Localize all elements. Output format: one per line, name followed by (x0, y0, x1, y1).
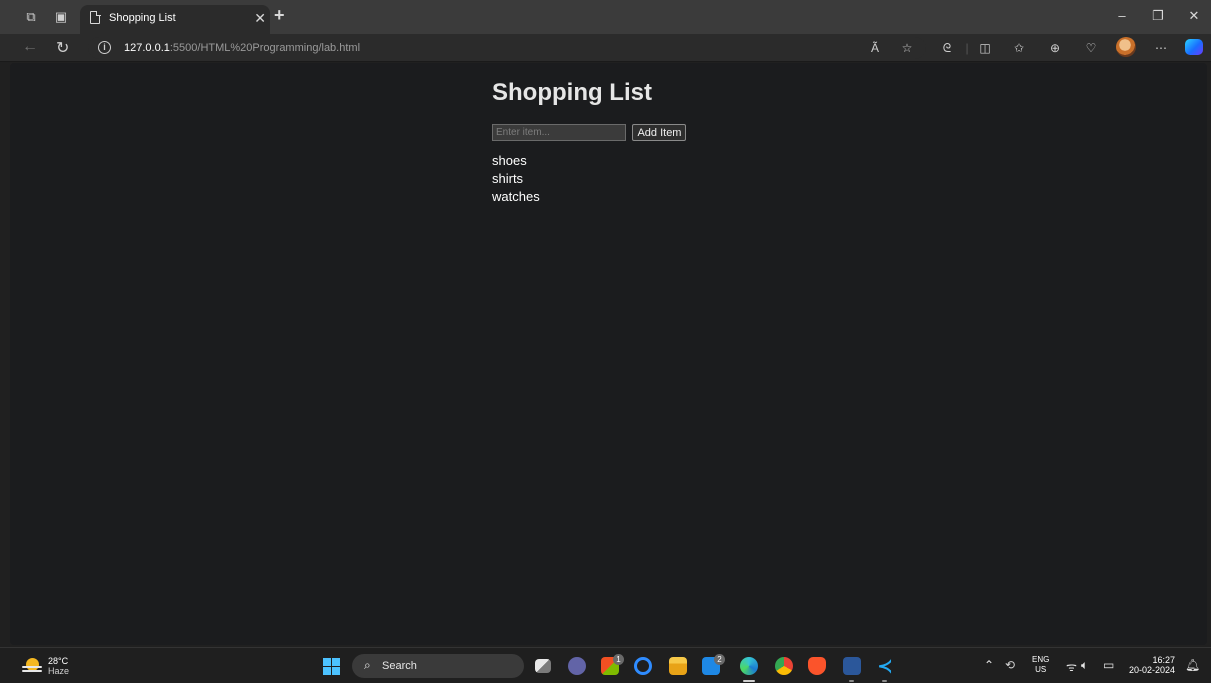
favorites-icon[interactable]: ✩ (1010, 41, 1028, 55)
edge-browser-icon[interactable] (740, 657, 758, 675)
show-hidden-icons-chevron-icon[interactable]: ⌃ (984, 658, 994, 672)
time: 16:27 (1152, 655, 1176, 665)
teams-chat-icon[interactable] (568, 657, 586, 675)
brave-icon[interactable] (808, 657, 826, 675)
active-app-indicator (743, 680, 755, 682)
favorite-star-icon[interactable]: ☆ (898, 41, 916, 55)
profile-avatar[interactable] (1116, 37, 1136, 57)
running-app-indicator (849, 680, 854, 682)
taskbar: 28°C Haze ⌕ Search 1 2 ≺ ⌃ ⟲ ENG US ᯤ 🔈︎… (0, 647, 1211, 683)
running-app-indicator (882, 680, 887, 682)
notifications-bell-icon[interactable]: 🔔︎ (1185, 658, 1200, 672)
site-info-icon[interactable]: i (98, 41, 111, 54)
windows-start-icon[interactable] (323, 658, 340, 675)
close-window-icon[interactable]: ✕ (1184, 8, 1204, 24)
add-item-form: Add Item (492, 124, 687, 142)
back-icon[interactable]: ← (22, 38, 38, 56)
split-screen-icon[interactable]: ◫ (976, 41, 994, 55)
toolbar-divider: | (965, 41, 969, 55)
copilot-icon[interactable] (1185, 39, 1203, 55)
workspaces-icon[interactable]: ⧉ (22, 8, 40, 26)
word-icon[interactable] (843, 657, 861, 675)
notification-badge: 1 (613, 654, 624, 665)
close-tab-icon[interactable]: ✕ (254, 10, 266, 27)
date: 20-02-2024 (1129, 665, 1176, 675)
chrome-icon[interactable] (775, 657, 793, 675)
collections-icon[interactable]: ⊕ (1046, 41, 1064, 55)
language-indicator[interactable]: ENG US (1032, 655, 1049, 675)
search-icon: ⌕ (364, 658, 371, 672)
notification-badge: 2 (714, 654, 725, 665)
volume-muted-icon[interactable]: 🔈︎ (1081, 658, 1088, 673)
page-title: Shopping List (492, 79, 652, 106)
battery-icon[interactable]: ▭ (1103, 658, 1114, 672)
item-input[interactable] (492, 124, 626, 141)
tab-strip: ⧉ ▣ Shopping List ✕ + – ❐ ✕ (0, 0, 1211, 34)
restore-icon[interactable]: ❐ (1148, 8, 1168, 24)
browser-essentials-icon[interactable]: ♡ (1082, 41, 1100, 55)
list-item: shirts (492, 171, 524, 186)
url-text: 127.0.0.1:5500/HTML%20Programming/lab.ht… (124, 42, 361, 54)
list-item: shoes (492, 153, 527, 168)
add-item-button[interactable]: Add Item (632, 124, 687, 141)
more-options-icon[interactable]: ⋯ (1152, 41, 1170, 55)
file-explorer-icon[interactable] (669, 657, 687, 675)
vscode-icon[interactable]: ≺ (876, 657, 894, 675)
weather-widget[interactable]: 28°C Haze (48, 656, 69, 676)
address-bar[interactable]: i 127.0.0.1:5500/HTML%20Programming/lab.… (88, 37, 926, 59)
tab-shopping-list[interactable]: Shopping List ✕ (80, 5, 270, 34)
list-item: watches (492, 189, 540, 204)
address-toolbar: ← ↻ i 127.0.0.1:5500/HTML%20Programming/… (0, 34, 1211, 62)
temperature: 28°C (48, 656, 69, 666)
page-viewport: Shopping List Add Item shoes shirts watc… (10, 63, 1207, 645)
new-tab-icon[interactable]: + (274, 5, 285, 26)
extensions-icon[interactable]: ᘓ (938, 41, 956, 56)
weather-condition: Haze (48, 666, 70, 676)
wifi-icon[interactable]: ᯤ (1066, 658, 1077, 675)
tray-app-icon[interactable]: ⟲ (1005, 658, 1015, 672)
cortana-icon[interactable] (634, 657, 652, 675)
taskbar-search[interactable]: ⌕ Search (352, 654, 524, 678)
minimize-icon[interactable]: – (1112, 8, 1132, 23)
search-label: Search (382, 660, 417, 672)
weather-haze-icon[interactable] (22, 657, 42, 675)
page-icon (90, 10, 101, 24)
refresh-icon[interactable]: ↻ (56, 38, 69, 58)
clock[interactable]: 16:27 20-02-2024 (1129, 655, 1175, 675)
read-aloud-icon[interactable]: Ã (866, 41, 884, 55)
task-view-icon[interactable] (535, 659, 551, 673)
tab-actions-icon[interactable]: ▣ (52, 8, 70, 26)
shopping-list: shoes shirts watches (492, 152, 540, 206)
tab-title: Shopping List (109, 12, 176, 24)
shopping-list-app: Shopping List Add Item shoes shirts watc… (492, 79, 687, 204)
